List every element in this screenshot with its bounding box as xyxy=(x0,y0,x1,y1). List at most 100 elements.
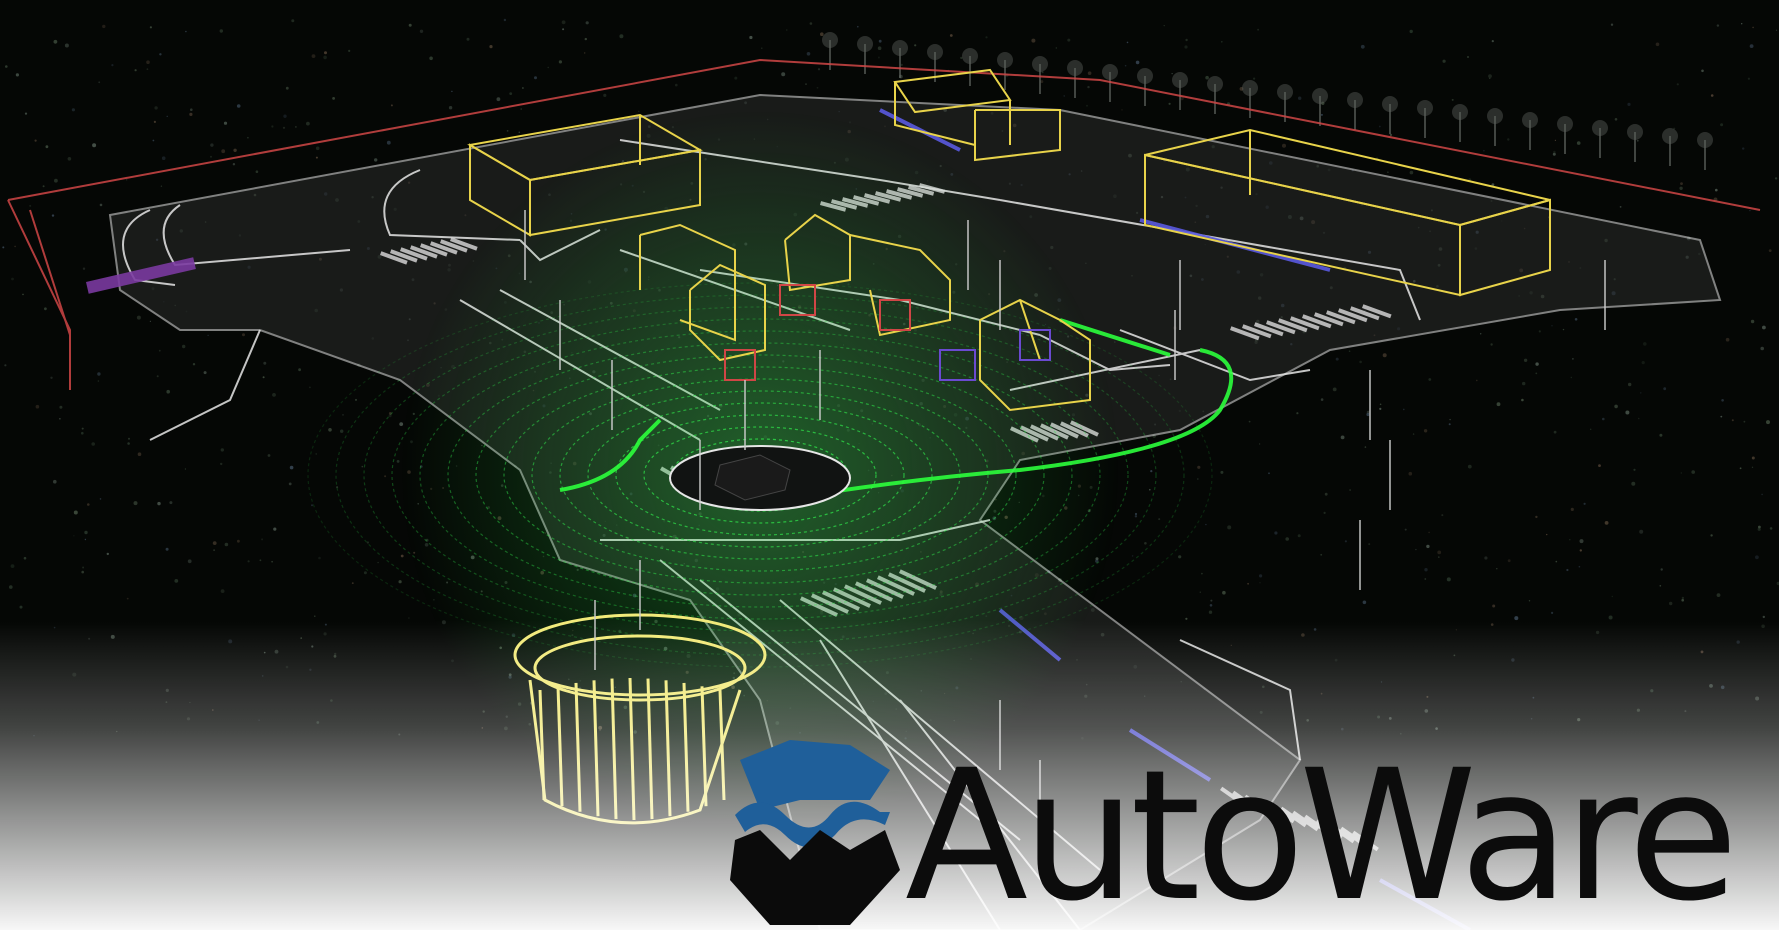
terrain-point xyxy=(157,501,161,506)
terrain-point xyxy=(1640,392,1642,394)
terrain-point xyxy=(1760,346,1764,351)
tree-crown xyxy=(1417,100,1433,116)
terrain-point xyxy=(1428,531,1430,534)
terrain-point xyxy=(220,462,223,466)
terrain-point xyxy=(1055,47,1058,49)
terrain-point xyxy=(311,54,316,58)
terrain-point xyxy=(1535,515,1538,519)
terrain-point xyxy=(1126,41,1129,44)
terrain-point xyxy=(73,510,78,515)
terrain-point xyxy=(1555,560,1558,563)
terrain-point xyxy=(386,140,391,145)
terrain-point xyxy=(1602,417,1605,421)
terrain-point xyxy=(1168,102,1171,105)
tree-crown xyxy=(1697,132,1713,148)
tree-crown xyxy=(1102,64,1118,80)
tree-crown xyxy=(1172,72,1188,88)
terrain-point xyxy=(1364,446,1367,448)
terrain-point xyxy=(390,104,393,107)
terrain-point xyxy=(11,277,14,281)
terrain-point xyxy=(1379,407,1382,410)
terrain-point xyxy=(111,64,114,67)
terrain-point xyxy=(146,68,149,71)
terrain-point xyxy=(534,76,537,80)
terrain-point xyxy=(1614,118,1618,121)
terrain-point xyxy=(1768,249,1772,253)
terrain-point xyxy=(466,37,470,41)
terrain-point xyxy=(1576,141,1581,145)
terrain-point xyxy=(1774,177,1778,180)
terrain-point xyxy=(255,170,259,173)
terrain-point xyxy=(318,556,321,560)
terrain-point xyxy=(1483,149,1485,152)
terrain-point xyxy=(221,149,226,154)
terrain-point xyxy=(1324,492,1328,496)
terrain-point xyxy=(1752,26,1754,29)
terrain-point xyxy=(1274,531,1278,535)
terrain-point xyxy=(71,108,75,112)
terrain-point xyxy=(53,39,58,44)
terrain-point xyxy=(781,72,786,77)
terrain-point xyxy=(1171,73,1173,75)
terrain-point xyxy=(1320,553,1323,556)
terrain-point xyxy=(351,582,354,584)
terrain-point xyxy=(1484,556,1488,560)
terrain-point xyxy=(451,90,453,93)
terrain-point xyxy=(1749,44,1754,48)
terrain-point xyxy=(348,49,351,53)
terrain-point xyxy=(87,503,90,506)
terrain-point xyxy=(1637,417,1640,420)
tree-crown xyxy=(892,40,908,56)
terrain-point xyxy=(149,26,152,29)
terrain-point xyxy=(1716,24,1720,27)
terrain-point xyxy=(585,21,589,25)
terrain-point xyxy=(1742,147,1745,150)
terrain-point xyxy=(158,349,161,352)
terrain-point xyxy=(1209,604,1213,607)
terrain-point xyxy=(1731,419,1734,422)
terrain-point xyxy=(309,386,311,389)
terrain-point xyxy=(210,143,214,147)
terrain-point xyxy=(1285,537,1289,541)
terrain-point xyxy=(400,554,404,558)
terrain-point xyxy=(340,429,344,433)
terrain-point xyxy=(1546,533,1548,536)
terrain-point xyxy=(332,97,335,100)
terrain-point xyxy=(1490,343,1493,346)
terrain-point xyxy=(1659,585,1662,587)
terrain-point xyxy=(1710,94,1714,97)
terrain-point xyxy=(1608,615,1613,620)
terrain-point xyxy=(1297,534,1301,538)
terrain-point xyxy=(1676,83,1679,86)
terrain-point xyxy=(81,431,84,435)
terrain-point xyxy=(81,427,84,430)
terrain-point xyxy=(985,36,988,39)
terrain-point xyxy=(1523,358,1528,362)
terrain-point xyxy=(207,334,209,336)
terrain-point xyxy=(59,418,61,420)
tree-crown xyxy=(1522,112,1538,128)
terrain-point xyxy=(363,571,367,575)
terrain-point xyxy=(232,163,236,166)
terrain-point xyxy=(408,23,412,27)
terrain-point xyxy=(877,56,880,59)
terrain-point xyxy=(816,86,819,89)
terrain-point xyxy=(283,114,287,118)
terrain-point xyxy=(429,56,433,61)
terrain-point xyxy=(1751,456,1755,460)
terrain-point xyxy=(185,30,187,33)
terrain-point xyxy=(1197,465,1201,469)
terrain-point xyxy=(323,55,327,60)
terrain-point xyxy=(1258,443,1261,445)
terrain-point xyxy=(24,112,28,115)
terrain-point xyxy=(1423,429,1428,433)
terrain-point xyxy=(1086,104,1088,107)
terrain-point xyxy=(99,498,102,500)
terrain-point xyxy=(1150,470,1153,473)
terrain-point xyxy=(23,556,27,560)
terrain-point xyxy=(675,83,678,87)
terrain-point xyxy=(136,315,141,320)
terrain-point xyxy=(1220,470,1224,474)
terrain-point xyxy=(1208,610,1213,614)
terrain-point xyxy=(261,538,264,541)
